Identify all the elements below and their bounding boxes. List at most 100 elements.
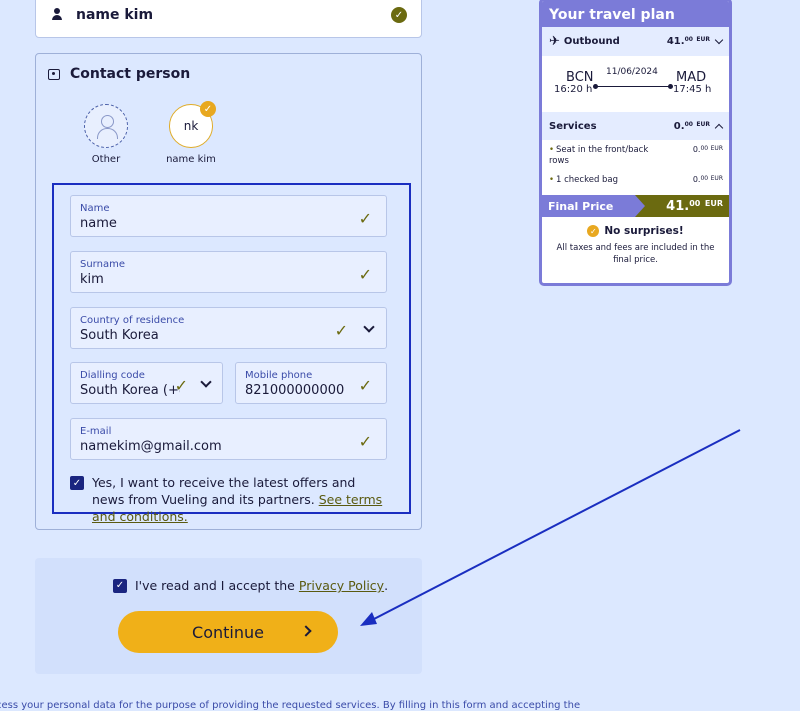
route-line [593,84,673,89]
final-price-value: 41.00 EUR [635,195,729,217]
final-price-int: 41. [666,199,690,214]
person-icon [50,8,64,22]
bullet-icon: • [549,175,555,185]
services-price: 0.00 EUR [674,121,710,132]
no-surprises-title: No surprises! [604,225,684,237]
selected-check-icon: ✓ [200,101,216,117]
service-currency: EUR [710,175,723,182]
valid-check-icon: ✓ [174,376,188,395]
flight-route: BCN 16:20 h 11/06/2024 MAD 17:45 h [542,56,729,112]
bullet-icon: • [549,145,555,155]
offers-checkbox[interactable]: ✓ [70,476,84,490]
surname-label: Surname [80,259,125,270]
avatar-other-label: Other [91,154,121,165]
passenger-name: name kim [76,7,154,23]
no-surprises-note: ✓ No surprises! All taxes and fees are in… [542,225,729,266]
service-item: • 1 checked bag 0.00 EUR [542,167,729,186]
origin-code: BCN [566,70,594,85]
name-value: name [80,216,117,231]
services-price-int: 0. [673,120,685,132]
email-value: namekim@gmail.com [80,439,222,454]
offers-text: Yes, I want to receive the latest offers… [92,474,387,525]
chevron-down-icon [714,35,724,45]
service-price-dec: 00 [700,145,709,152]
valid-check-icon: ✓ [358,432,372,451]
final-currency: EUR [704,199,723,208]
surname-value: kim [80,272,104,287]
outbound-price-dec: 00 [684,36,693,43]
service-price: 0.00 EUR [693,145,723,154]
passenger-card[interactable]: name kim ✓ [35,0,422,38]
check-icon: ✓ [587,225,600,237]
avatar-initials: nk [183,119,199,133]
check-icon: ✓ [391,7,407,23]
service-name: Seat in the front/back rows [549,145,649,166]
avatar: nk ✓ [169,101,216,148]
dialling-code-value: South Korea (+82 [80,383,180,398]
chevron-right-icon [300,625,312,637]
country-value: South Korea [80,328,159,343]
privacy-checkbox[interactable]: ✓ [113,578,127,593]
service-price-dec: 00 [700,175,709,182]
name-label: Name [80,203,110,214]
outbound-toggle[interactable]: ✈ Outbound 41.00 EUR [542,27,729,56]
privacy-policy-link[interactable]: Privacy Policy [299,578,384,593]
outbound-price-int: 41. [666,36,685,47]
outbound-currency: EUR [696,36,710,43]
flight-date: 11/06/2024 [606,67,658,77]
contact-panel: Contact person Other nk ✓ name kim Name … [35,53,422,530]
user-placeholder-icon [84,104,128,148]
service-item: • Seat in the front/back rows 0.00 EUR [542,140,729,167]
services-label: Services [549,120,597,132]
valid-check-icon: ✓ [358,265,372,284]
contact-title-label: Contact person [70,66,191,82]
departure-time: 16:20 h [554,84,593,95]
offers-text-body: Yes, I want to receive the latest offers… [92,475,356,507]
avatar-option-other[interactable]: Other [76,104,136,165]
mobile-phone-field[interactable]: Mobile phone 821000000000 ✓ [235,362,387,404]
final-price-row: Final Price 41.00 EUR [542,195,729,217]
mobile-phone-label: Mobile phone [245,370,313,381]
final-price-label: Final Price [542,195,645,217]
services-toggle[interactable]: Services 0.00 EUR [542,112,729,140]
footer-legal-text: cess your personal data for the purpose … [0,700,581,711]
privacy-text: I've read and I accept the [135,578,295,593]
travel-plan-title: Your travel plan [542,1,729,27]
continue-button[interactable]: Continue [118,611,338,653]
final-price-dec: 00 [689,199,701,208]
contact-card-icon [48,68,60,80]
offers-consent: ✓ Yes, I want to receive the latest offe… [70,474,387,525]
continue-label: Continue [192,622,264,642]
travel-plan-panel: Your travel plan ✈ Outbound 41.00 EUR BC… [539,0,732,286]
email-label: E-mail [80,426,112,437]
chevron-up-icon [714,123,724,132]
service-currency: EUR [710,145,723,152]
plane-icon: ✈ [549,34,560,49]
privacy-consent: ✓ I've read and I accept the Privacy Pol… [113,578,388,593]
dialling-code-label: Dialling code [80,370,145,381]
email-field[interactable]: E-mail namekim@gmail.com ✓ [70,418,387,460]
dialling-code-select[interactable]: Dialling code South Korea (+82 ✓ [70,362,223,404]
outbound-price: 41.00 EUR [667,36,710,47]
surname-field[interactable]: Surname kim ✓ [70,251,387,293]
valid-check-icon: ✓ [358,209,372,228]
service-price: 0.00 EUR [693,175,723,184]
contact-title: Contact person [48,66,190,82]
destination-code: MAD [676,70,707,85]
country-label: Country of residence [80,315,185,326]
name-field[interactable]: Name name ✓ [70,195,387,237]
services-currency: EUR [696,120,710,128]
no-surprises-text: All taxes and fees are included in the f… [556,243,715,265]
privacy-suffix: . [384,578,389,593]
privacy-panel: ✓ I've read and I accept the Privacy Pol… [35,558,422,674]
valid-check-icon: ✓ [334,321,348,340]
arrival-time: 17:45 h [673,84,712,95]
outbound-label: Outbound [563,36,620,47]
valid-check-icon: ✓ [358,376,372,395]
avatar-option-name-kim[interactable]: nk ✓ name kim [161,101,221,165]
service-name: 1 checked bag [556,175,619,185]
mobile-phone-value: 821000000000 [245,383,345,398]
country-select[interactable]: Country of residence South Korea ✓ [70,307,387,349]
services-price-dec: 00 [684,120,693,128]
avatar-kim-label: name kim [166,154,216,165]
